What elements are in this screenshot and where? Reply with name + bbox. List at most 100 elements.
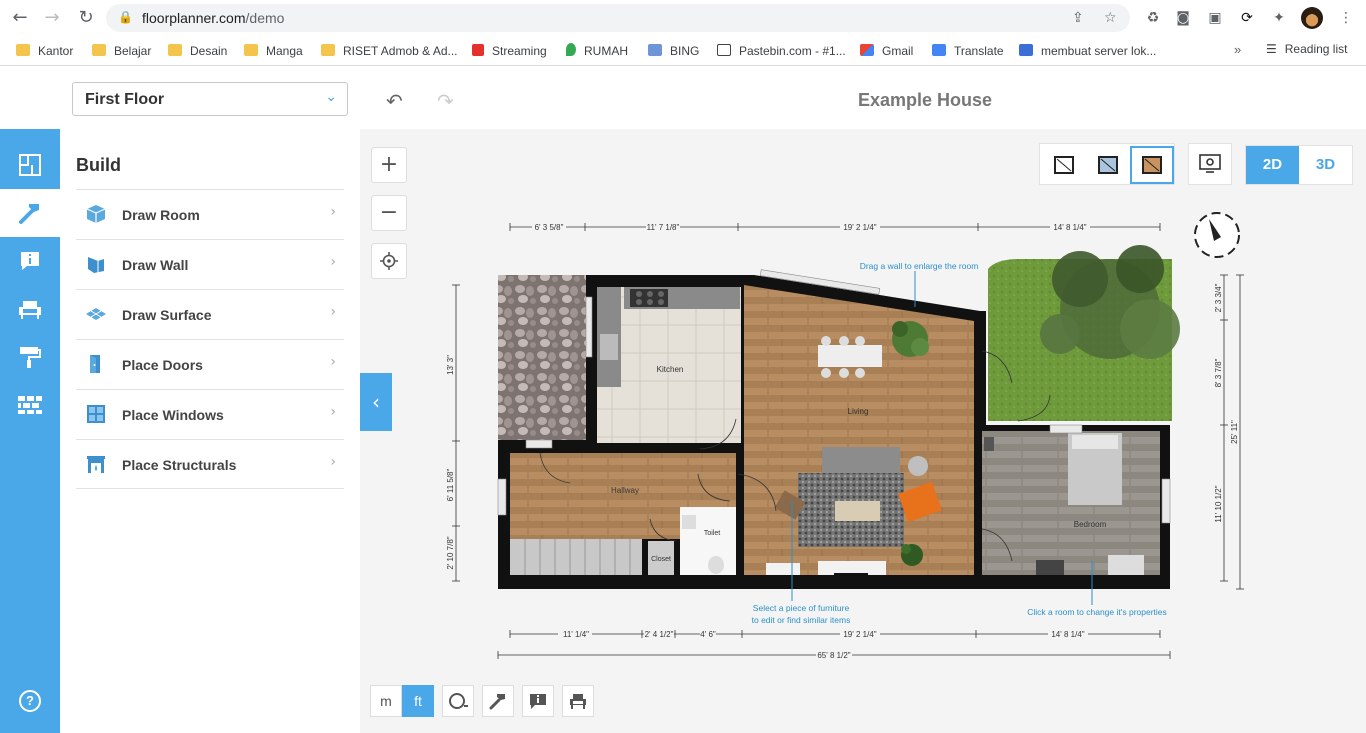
rail-floorplan[interactable] <box>0 141 60 189</box>
info-tool-button[interactable] <box>522 685 554 717</box>
build-tool-button[interactable] <box>482 685 514 717</box>
collapse-panel-button[interactable]: ‹ <box>360 373 392 431</box>
sync-extension-icon[interactable]: ⟳ <box>1237 8 1257 28</box>
url-host: floorplanner.com <box>142 10 246 26</box>
window-icon <box>87 405 105 423</box>
room-cube-icon <box>86 205 106 223</box>
chest <box>1108 555 1144 575</box>
measure-tool-button[interactable] <box>442 685 474 717</box>
back-arrow-icon[interactable]: ← <box>8 6 32 30</box>
bookmark-server[interactable]: membuat server lok... <box>1019 42 1156 60</box>
view-2d-button[interactable]: 2D <box>1246 146 1299 184</box>
sink-icon <box>600 334 618 360</box>
view-mode-lines[interactable] <box>1042 146 1086 184</box>
door-icon <box>90 355 100 373</box>
rail-furniture[interactable] <box>0 285 60 333</box>
folder-icon <box>168 44 182 56</box>
bookmarks-bar: Kantor Belajar Desain Manga RISET Admob … <box>0 36 1366 66</box>
furniture-tool-button[interactable] <box>562 685 594 717</box>
build-item-draw-room[interactable]: Draw Room › <box>76 189 344 239</box>
view-mode-color[interactable] <box>1086 146 1130 184</box>
reload-icon[interactable]: ↻ <box>74 6 98 30</box>
build-item-place-doors[interactable]: Place Doors › <box>76 339 344 389</box>
zoom-in-button[interactable]: + <box>371 147 407 183</box>
hint-select-furniture-1: Select a piece of furniture <box>753 603 850 613</box>
bookmark-gmail[interactable]: Gmail <box>860 42 913 60</box>
view-3d-button[interactable]: 3D <box>1299 146 1352 184</box>
help-icon[interactable]: ? <box>19 690 41 712</box>
zoom-out-button[interactable]: − <box>371 195 407 231</box>
wash-basin <box>682 515 696 529</box>
bookmark-streaming[interactable]: Streaming <box>472 42 547 60</box>
bookmark-kantor[interactable]: Kantor <box>16 42 73 60</box>
side-table <box>908 456 928 476</box>
share-icon[interactable]: ⇪ <box>1072 10 1084 26</box>
undo-icon[interactable]: ↶ <box>386 89 403 113</box>
menu-dots-icon[interactable]: ⋮ <box>1336 8 1356 28</box>
gmail-icon <box>860 44 874 56</box>
site-icon <box>1019 44 1033 56</box>
lock-icon: 🔒 <box>118 10 133 24</box>
bookmark-bing[interactable]: BING <box>648 42 699 60</box>
bookmark-rumah[interactable]: RUMAH <box>566 42 628 60</box>
sofa <box>822 447 900 477</box>
compass-icon[interactable] <box>1194 212 1240 258</box>
build-item-label: Draw Wall <box>122 257 189 273</box>
bookmark-manga[interactable]: Manga <box>244 42 303 60</box>
puzzle-extensions-icon[interactable]: ✦ <box>1269 8 1289 28</box>
rail-info[interactable] <box>0 237 60 285</box>
bookmark-pastebin[interactable]: Pastebin.com - #1... <box>717 42 846 60</box>
room-label-living: Living <box>848 407 869 416</box>
bing-icon <box>648 44 662 56</box>
bookmark-belajar[interactable]: Belajar <box>92 42 151 60</box>
image-extension-icon[interactable]: ▣ <box>1205 8 1225 28</box>
chevron-right-icon: › <box>330 404 336 420</box>
build-item-label: Draw Surface <box>122 307 212 323</box>
star-icon[interactable]: ☆ <box>1104 10 1117 26</box>
recycle-extension-icon[interactable]: ♻ <box>1143 8 1163 28</box>
left-rail: ? <box>0 129 60 733</box>
bookmark-desain[interactable]: Desain <box>168 42 227 60</box>
dim-bottom-5: 14' 8 1/4" <box>1051 630 1084 639</box>
stone-patio[interactable] <box>498 275 586 440</box>
build-item-place-windows[interactable]: Place Windows › <box>76 389 344 439</box>
unit-feet-button[interactable]: ft <box>402 685 434 717</box>
project-title[interactable]: Example House <box>770 90 1080 111</box>
floor-select[interactable]: First Floor ⌄ <box>72 82 348 116</box>
rail-paint[interactable] <box>0 333 60 381</box>
unit-meters-button[interactable]: m <box>370 685 402 717</box>
reading-list-button[interactable]: ☰ Reading list <box>1266 42 1347 56</box>
dim-left-3: 2' 10 7/8" <box>446 536 455 569</box>
plan-canvas[interactable]: 6' 3 5/8" 11' 7 1/8" 19' 2 1/4" 14' 8 1/… <box>360 129 1366 733</box>
rail-build[interactable] <box>0 189 60 237</box>
address-bar[interactable]: 🔒 floorplanner.com/demo ⇪ ☆ <box>106 4 1130 32</box>
export-image-button[interactable] <box>1188 143 1232 185</box>
coffee-table <box>835 501 880 521</box>
dim-top-4: 14' 8 1/4" <box>1053 223 1086 232</box>
bookmark-translate[interactable]: Translate <box>932 42 1004 60</box>
stove-icon <box>630 289 668 307</box>
redo-icon[interactable]: ↷ <box>437 89 454 113</box>
armchair-icon <box>570 694 586 709</box>
profile-avatar[interactable] <box>1301 7 1323 29</box>
recenter-button[interactable] <box>371 243 407 279</box>
forward-arrow-icon[interactable]: → <box>40 6 64 30</box>
chevron-down-icon: ⌄ <box>325 89 337 105</box>
view-mode-group <box>1039 143 1175 185</box>
bookmarks-overflow-button[interactable]: » <box>1234 42 1241 57</box>
camera-extension-icon[interactable]: ◙ <box>1173 8 1193 28</box>
tape-measure-icon <box>449 693 468 709</box>
dim-total: 65' 8 1/2" <box>817 651 850 660</box>
folder-icon <box>16 44 30 56</box>
build-item-draw-surface[interactable]: Draw Surface › <box>76 289 344 339</box>
build-item-place-structurals[interactable]: Place Structurals › <box>76 439 344 489</box>
dim-bottom-3: 4' 6" <box>700 630 716 639</box>
bookmark-riset[interactable]: RISET Admob & Ad... <box>321 42 458 60</box>
translate-icon <box>932 44 946 56</box>
rail-materials[interactable] <box>0 381 60 429</box>
floor-plan[interactable]: 6' 3 5/8" 11' 7 1/8" 19' 2 1/4" 14' 8 1/… <box>360 129 1366 733</box>
folder-icon <box>321 44 335 56</box>
build-item-draw-wall[interactable]: Draw Wall › <box>76 239 344 289</box>
view-mode-textured[interactable] <box>1130 146 1174 184</box>
plant-icon <box>901 544 923 566</box>
